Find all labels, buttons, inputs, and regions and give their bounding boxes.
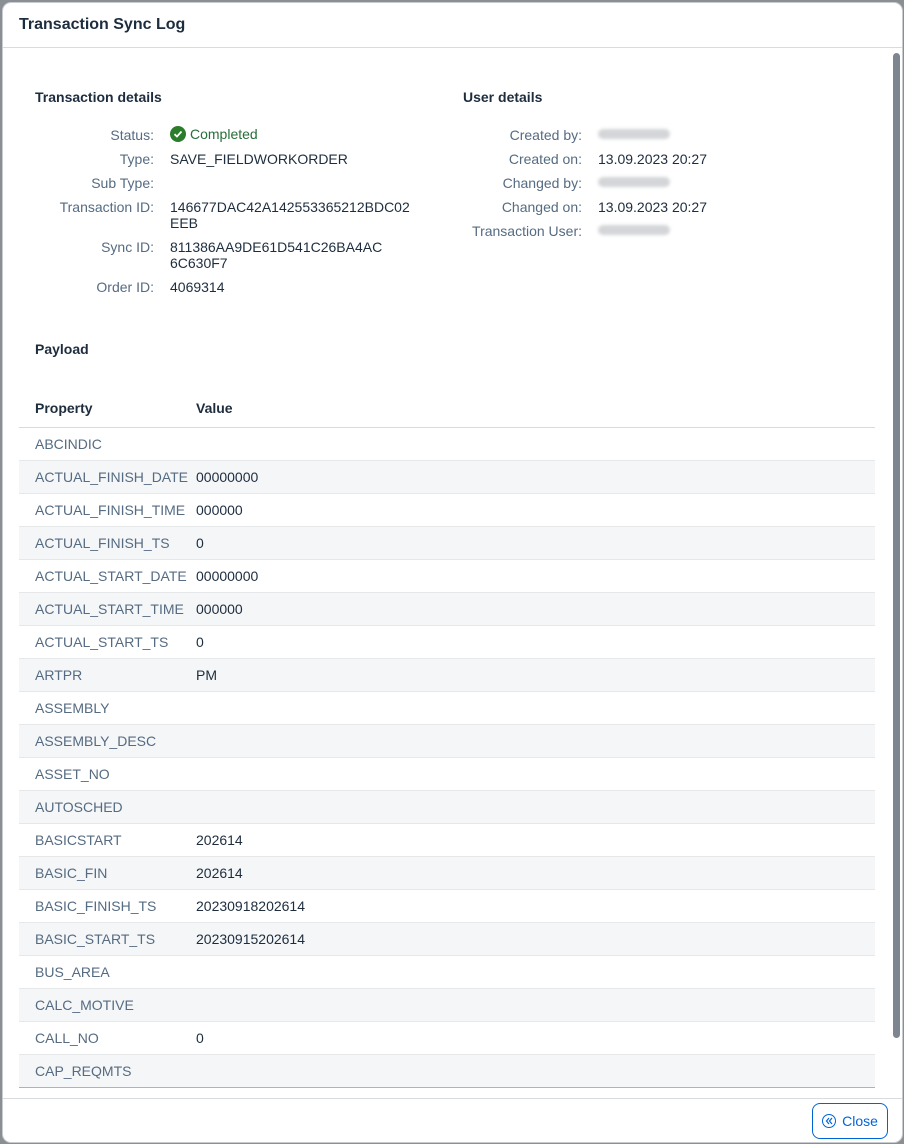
value-cell: 0	[196, 1030, 204, 1046]
column-header-value[interactable]: Value	[196, 400, 233, 416]
value-cell: 0	[196, 535, 204, 551]
status-label: Status:	[110, 127, 154, 143]
table-row[interactable]: CALC_MOTIVE	[19, 989, 875, 1022]
table-row[interactable]: ACTUAL_START_TIME 000000	[19, 593, 875, 626]
property-cell: ACTUAL_FINISH_TS	[35, 535, 170, 551]
property-cell: ACTUAL_START_DATE	[35, 568, 187, 584]
property-cell: BASIC_FINISH_TS	[35, 898, 157, 914]
table-row[interactable]: BASIC_FIN 202614	[19, 857, 875, 890]
close-button-label: Close	[842, 1113, 878, 1129]
table-row[interactable]: ACTUAL_START_DATE 00000000	[19, 560, 875, 593]
sync-id-value-wrap: 6C630F7	[170, 255, 228, 271]
table-row[interactable]: ASSET_NO	[19, 758, 875, 791]
transaction-id-label: Transaction ID:	[59, 199, 154, 215]
table-row[interactable]: ACTUAL_FINISH_DATE 00000000	[19, 461, 875, 494]
property-cell: ASSET_NO	[35, 766, 110, 782]
transaction-sync-log-dialog: Transaction Sync Log Transaction details…	[3, 3, 902, 1142]
transaction-id-value: 146677DAC42A142553365212BDC02	[170, 199, 410, 215]
table-row[interactable]: BASIC_FINISH_TS 20230918202614	[19, 890, 875, 923]
property-cell: CALC_MOTIVE	[35, 997, 134, 1013]
property-cell: AUTOSCHED	[35, 799, 123, 815]
property-cell: BASIC_FIN	[35, 865, 108, 881]
property-cell: BASIC_START_TS	[35, 931, 156, 947]
dialog-title: Transaction Sync Log	[19, 16, 186, 33]
table-row[interactable]: ASSEMBLY	[19, 692, 875, 725]
property-cell: ACTUAL_START_TS	[35, 634, 169, 650]
user-details-title: User details	[463, 89, 543, 105]
sub-type-label: Sub Type:	[91, 175, 154, 191]
property-cell: CAP_REQMTS	[35, 1063, 132, 1079]
transaction-id-value-wrap: EEB	[170, 215, 199, 231]
sync-id-value: 811386AA9DE61D541C26BA4AC	[170, 239, 383, 255]
table-row[interactable]: AUTOSCHED	[19, 791, 875, 824]
order-id-label: Order ID:	[96, 279, 154, 295]
dialog-header: Transaction Sync Log	[3, 3, 902, 48]
value-cell: 0	[196, 634, 204, 650]
value-cell: 202614	[196, 832, 243, 848]
property-cell: ASSEMBLY	[35, 700, 110, 716]
double-chevron-left-icon	[822, 1114, 837, 1128]
value-cell: 000000	[196, 601, 243, 617]
table-row[interactable]: CALL_NO 0	[19, 1022, 875, 1055]
sync-id-label: Sync ID:	[101, 239, 154, 255]
created-by-redacted	[598, 129, 670, 139]
property-cell: ACTUAL_FINISH_DATE	[35, 469, 188, 485]
property-cell: ASSEMBLY_DESC	[35, 733, 157, 749]
changed-on-label: Changed on:	[501, 199, 582, 215]
dialog-content[interactable]: Transaction details Status: Completed Ty…	[3, 48, 889, 1098]
value-cell: 00000000	[196, 568, 259, 584]
order-id-value: 4069314	[170, 279, 225, 295]
changed-by-label: Changed by:	[502, 175, 582, 191]
property-cell: ACTUAL_START_TIME	[35, 601, 184, 617]
value-cell: 00000000	[196, 469, 259, 485]
table-row[interactable]: BUS_AREA	[19, 956, 875, 989]
table-row[interactable]: ASSEMBLY_DESC	[19, 725, 875, 758]
table-row[interactable]: ACTUAL_FINISH_TIME 000000	[19, 494, 875, 527]
property-cell: ACTUAL_FINISH_TIME	[35, 502, 186, 518]
changed-on-value: 13.09.2023 20:27	[598, 199, 707, 215]
value-cell: 202614	[196, 865, 243, 881]
column-header-property[interactable]: Property	[35, 400, 93, 416]
created-on-value: 13.09.2023 20:27	[598, 151, 707, 167]
table-row[interactable]: BASIC_START_TS 20230915202614	[19, 923, 875, 956]
success-check-icon	[170, 126, 186, 142]
created-on-label: Created on:	[508, 151, 582, 167]
value-cell: 20230918202614	[196, 898, 306, 914]
payload-table: Property Value ABCINDIC ACTUAL_FINISH_DAT…	[19, 393, 875, 1088]
property-cell: ARTPR	[35, 667, 83, 683]
changed-by-redacted	[598, 177, 670, 187]
type-label: Type:	[119, 151, 154, 167]
property-cell: ABCINDIC	[35, 436, 102, 452]
scrollbar-thumb[interactable]	[893, 53, 900, 1038]
table-row[interactable]: CAP_REQMTS	[19, 1055, 875, 1088]
created-by-label: Created by:	[509, 127, 582, 143]
dialog-footer: Close	[3, 1098, 902, 1142]
close-button[interactable]: Close	[812, 1103, 888, 1139]
value-cell: 000000	[196, 502, 243, 518]
table-row[interactable]: BASICSTART 202614	[19, 824, 875, 857]
transaction-details-title: Transaction details	[35, 89, 162, 105]
property-cell: BASICSTART	[35, 832, 122, 848]
table-row[interactable]: ARTPR PM	[19, 659, 875, 692]
property-cell: CALL_NO	[35, 1030, 99, 1046]
property-cell: BUS_AREA	[35, 964, 110, 980]
table-row[interactable]: ACTUAL_FINISH_TS 0	[19, 527, 875, 560]
table-row[interactable]: ABCINDIC	[19, 428, 875, 461]
type-value: SAVE_FIELDWORKORDER	[170, 151, 348, 167]
value-cell: 20230915202614	[196, 931, 306, 947]
transaction-user-redacted	[598, 225, 670, 235]
status-text: Completed	[190, 126, 258, 142]
value-cell: PM	[196, 667, 217, 683]
status-value: Completed	[170, 126, 258, 142]
transaction-user-label: Transaction User:	[472, 223, 582, 239]
payload-title: Payload	[35, 341, 89, 357]
table-row[interactable]: ACTUAL_START_TS 0	[19, 626, 875, 659]
table-header: Property Value	[19, 393, 875, 428]
